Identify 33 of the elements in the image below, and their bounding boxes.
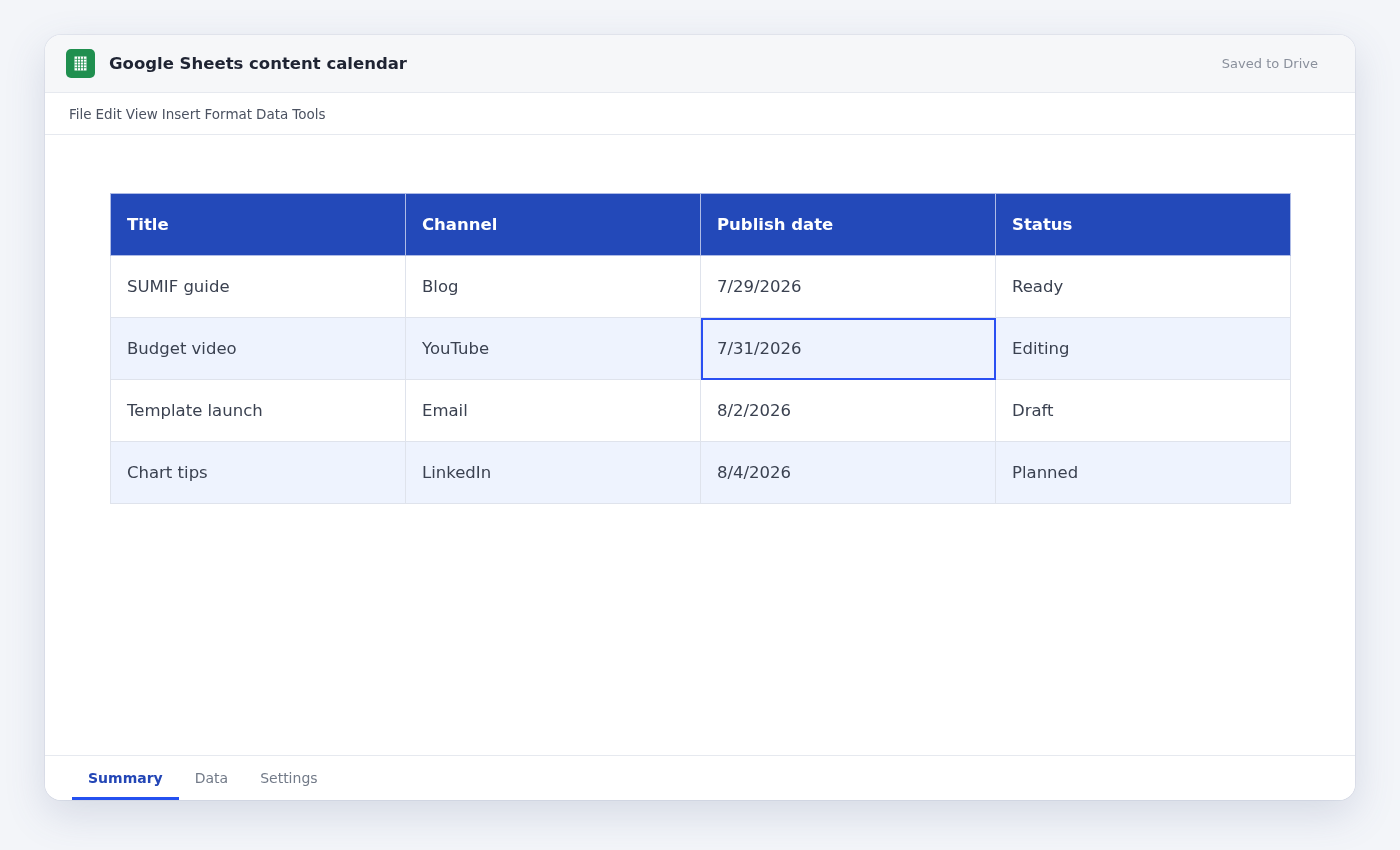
menu-item[interactable]: Tools xyxy=(292,105,326,122)
sheet-tab[interactable]: Summary xyxy=(72,756,179,800)
table-cell[interactable]: Draft xyxy=(995,379,1291,442)
column-header: Status xyxy=(995,193,1291,256)
column-header: Channel xyxy=(405,193,701,256)
table-cell[interactable]: Template launch xyxy=(110,379,406,442)
table-cell[interactable]: Blog xyxy=(405,255,701,318)
table-cell[interactable]: Chart tips xyxy=(110,441,406,504)
table-cell[interactable]: LinkedIn xyxy=(405,441,701,504)
menu-item[interactable]: Format xyxy=(204,105,253,122)
menu-item[interactable]: Data xyxy=(256,105,289,122)
window-title: Google Sheets content calendar xyxy=(109,54,407,73)
table-cell[interactable]: 7/29/2026 xyxy=(700,255,996,318)
column-header: Title xyxy=(110,193,406,256)
column-header: Publish date xyxy=(700,193,996,256)
table-cell[interactable]: Editing xyxy=(995,317,1291,380)
menu-item[interactable]: Insert xyxy=(161,105,201,122)
menu-item[interactable]: View xyxy=(125,105,158,122)
table-cell[interactable]: Planned xyxy=(995,441,1291,504)
table-cell[interactable]: SUMIF guide xyxy=(110,255,406,318)
table-cell[interactable]: 8/4/2026 xyxy=(700,441,996,504)
table-cell[interactable]: Budget video xyxy=(110,317,406,380)
sheet-tab[interactable]: Data xyxy=(178,756,245,800)
table-cell[interactable]: 7/31/2026 xyxy=(700,317,996,380)
sheet-tab[interactable]: Settings xyxy=(244,756,334,800)
table-cell[interactable]: 8/2/2026 xyxy=(700,379,996,442)
save-status: Saved to Drive xyxy=(1221,56,1318,71)
menu-item[interactable]: File xyxy=(69,105,92,122)
spreadsheet-icon xyxy=(66,49,95,78)
menu-item[interactable]: Edit xyxy=(95,105,122,122)
table-cell[interactable]: YouTube xyxy=(405,317,701,380)
table-cell[interactable]: Ready xyxy=(995,255,1291,318)
table-cell[interactable]: Email xyxy=(405,379,701,442)
